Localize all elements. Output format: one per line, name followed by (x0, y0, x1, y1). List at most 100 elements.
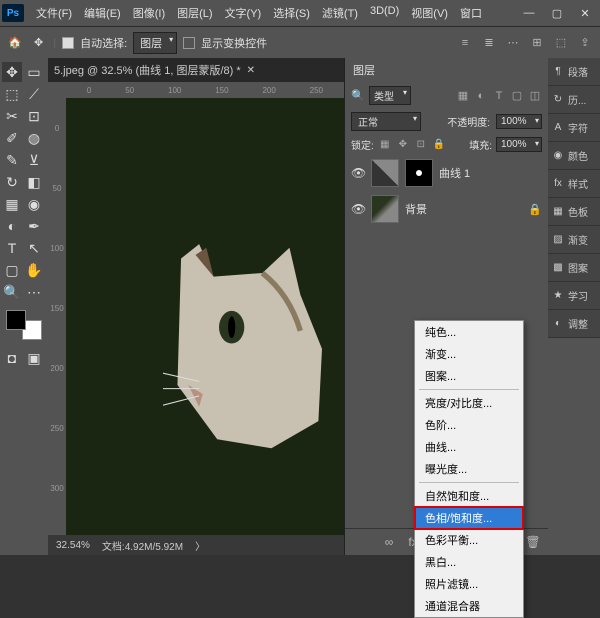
pen-tool[interactable]: ✒ (24, 216, 44, 236)
foreground-color[interactable] (6, 310, 26, 330)
collapsed-panel-tab[interactable]: ▦色板 (548, 198, 600, 226)
marquee-tool[interactable]: ⬚ (2, 84, 22, 104)
context-menu-item[interactable]: 图案... (415, 365, 523, 387)
collapsed-panel-tab[interactable]: ▨渐变 (548, 226, 600, 254)
menu-item[interactable]: 3D(D) (364, 5, 405, 21)
zoom-level[interactable]: 32.54% (56, 540, 90, 551)
context-menu-item[interactable]: 黑白... (415, 551, 523, 573)
context-menu-item[interactable]: 曲线... (415, 436, 523, 458)
context-menu-item[interactable]: 亮度/对比度... (415, 392, 523, 414)
home-icon[interactable]: 🏠 (6, 34, 24, 52)
collapsed-panel-tab[interactable]: A字符 (548, 114, 600, 142)
visibility-icon[interactable]: 👁 (351, 166, 365, 180)
filter-type-icon[interactable]: T (492, 89, 506, 103)
context-menu-item[interactable]: 色彩平衡... (415, 529, 523, 551)
menu-item[interactable]: 文字(Y) (219, 5, 268, 21)
menu-item[interactable]: 文件(F) (30, 5, 78, 21)
blur-tool[interactable]: ◉ (24, 194, 44, 214)
fill-dropdown[interactable]: 100% (496, 137, 542, 152)
brush-tool[interactable]: ✎ (2, 150, 22, 170)
collapsed-panel-tab[interactable]: ★学习 (548, 282, 600, 310)
eraser-tool[interactable]: ◧ (24, 172, 44, 192)
lock-position-icon[interactable]: ✥ (396, 138, 410, 152)
collapsed-panel-tab[interactable]: ◉颜色 (548, 142, 600, 170)
move-tool[interactable]: ✥ (2, 62, 22, 82)
menu-item[interactable]: 滤镜(T) (316, 5, 364, 21)
mask-thumb[interactable] (405, 159, 433, 187)
auto-select-target-dropdown[interactable]: 图层 (133, 32, 177, 54)
healing-tool[interactable]: ◍ (24, 128, 44, 148)
opacity-dropdown[interactable]: 100% (496, 114, 542, 129)
hand-tool[interactable]: ✋ (24, 260, 44, 280)
menu-item[interactable]: 图像(I) (127, 5, 171, 21)
layer-row[interactable]: 👁 背景 🔒 (345, 191, 548, 227)
auto-select-checkbox[interactable] (62, 37, 74, 49)
align-right-icon[interactable]: ⋯ (504, 34, 522, 52)
3d-mode-icon[interactable]: ⬚ (552, 34, 570, 52)
context-menu-item[interactable]: 渐变... (415, 343, 523, 365)
menu-item[interactable]: 视图(V) (405, 5, 454, 21)
adjustment-thumb[interactable] (371, 159, 399, 187)
delete-layer-button[interactable]: 🗑 (524, 533, 542, 551)
context-menu-item[interactable]: 通道混合器 (415, 595, 523, 617)
stamp-tool[interactable]: ⊻ (24, 150, 44, 170)
collapsed-panel-tab[interactable]: ¶段落 (548, 58, 600, 86)
layer-name[interactable]: 曲线 1 (439, 165, 470, 181)
canvas[interactable] (66, 98, 344, 535)
color-swatch[interactable] (6, 310, 42, 340)
frame-tool[interactable]: ⊡ (24, 106, 44, 126)
distribute-icon[interactable]: ⊞ (528, 34, 546, 52)
zoom-tool[interactable]: 🔍 (2, 282, 22, 302)
show-transform-checkbox[interactable] (183, 37, 195, 49)
collapsed-panel-tab[interactable]: ↻历... (548, 86, 600, 114)
search-icon[interactable]: 🔍 (351, 89, 365, 103)
context-menu-item[interactable]: 色相/饱和度... (415, 507, 523, 529)
context-menu-item[interactable]: 照片滤镜... (415, 573, 523, 595)
share-icon[interactable]: ⇪ (576, 34, 594, 52)
collapsed-panel-tab[interactable]: ◐调整 (548, 310, 600, 338)
layer-thumb[interactable] (371, 195, 399, 223)
layer-row[interactable]: 👁 曲线 1 (345, 155, 548, 191)
lock-all-icon[interactable]: 🔒 (432, 138, 446, 152)
context-menu-item[interactable]: 纯色... (415, 321, 523, 343)
edit-toolbar[interactable]: ⋯ (24, 282, 44, 302)
link-layers-button[interactable]: ∞ (380, 533, 398, 551)
dodge-tool[interactable]: ◐ (2, 216, 22, 236)
document-tab[interactable]: 5.jpeg @ 32.5% (曲线 1, 图层蒙版/8) * ✕ (48, 58, 344, 82)
artboard-tool[interactable]: ▭ (24, 62, 44, 82)
filter-smart-icon[interactable]: ◫ (528, 89, 542, 103)
type-tool[interactable]: T (2, 238, 22, 258)
crop-tool[interactable]: ✂ (2, 106, 22, 126)
tab-close-icon[interactable]: ✕ (247, 65, 255, 76)
close-button[interactable]: ✕ (572, 3, 598, 23)
gradient-tool[interactable]: ▦ (2, 194, 22, 214)
lasso-tool[interactable]: ⟋ (24, 84, 44, 104)
collapsed-panel-tab[interactable]: ▩图案 (548, 254, 600, 282)
align-center-icon[interactable]: ≣ (480, 34, 498, 52)
menu-item[interactable]: 图层(L) (171, 5, 218, 21)
context-menu-item[interactable]: 色阶... (415, 414, 523, 436)
screen-mode-tool[interactable]: ▣ (24, 348, 44, 368)
collapsed-panel-tab[interactable]: fx样式 (548, 170, 600, 198)
menu-item[interactable]: 选择(S) (267, 5, 316, 21)
align-left-icon[interactable]: ≡ (456, 34, 474, 52)
context-menu-item[interactable]: 自然饱和度... (415, 485, 523, 507)
filter-adjust-icon[interactable]: ◐ (474, 89, 488, 103)
filter-pixel-icon[interactable]: ▦ (456, 89, 470, 103)
eyedropper-tool[interactable]: ✐ (2, 128, 22, 148)
history-brush-tool[interactable]: ↻ (2, 172, 22, 192)
menu-item[interactable]: 窗口 (454, 5, 488, 21)
visibility-icon[interactable]: 👁 (351, 202, 365, 216)
path-tool[interactable]: ↖ (24, 238, 44, 258)
lock-pixels-icon[interactable]: ▦ (378, 138, 392, 152)
status-chevron-icon[interactable]: 〉 (195, 538, 205, 553)
filter-shape-icon[interactable]: ▢ (510, 89, 524, 103)
minimize-button[interactable]: — (516, 3, 542, 23)
quick-mask-tool[interactable]: ◘ (2, 348, 22, 368)
context-menu-item[interactable]: 曝光度... (415, 458, 523, 480)
menu-item[interactable]: 编辑(E) (78, 5, 127, 21)
maximize-button[interactable]: ▢ (544, 3, 570, 23)
lock-artboard-icon[interactable]: ⊡ (414, 138, 428, 152)
layer-name[interactable]: 背景 (405, 201, 427, 217)
blend-mode-dropdown[interactable]: 正常 (351, 112, 421, 131)
